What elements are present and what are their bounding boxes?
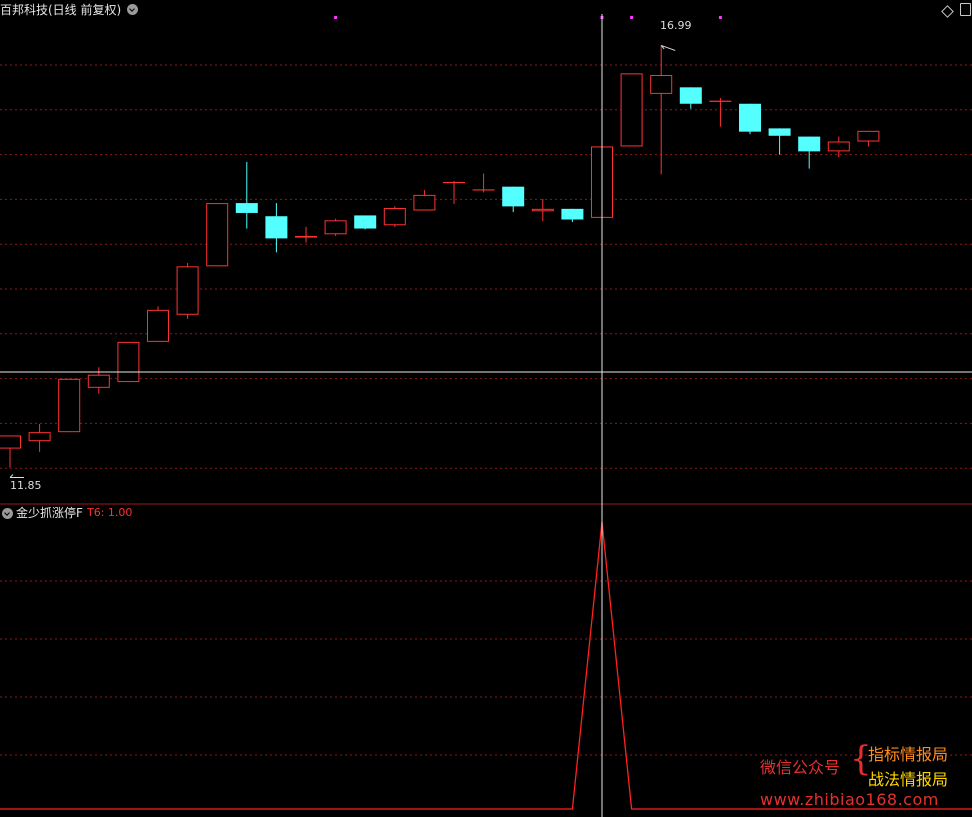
candle-body <box>413 194 436 211</box>
watermark-line-1: 指标情报局 <box>868 745 949 764</box>
candle-body <box>87 374 110 388</box>
candle-body <box>620 73 643 147</box>
candle <box>383 206 406 227</box>
candle-body <box>147 309 169 342</box>
candle <box>58 378 81 433</box>
candle-body <box>679 87 702 104</box>
watermark-url[interactable]: www.zhibiao168.com <box>760 790 939 809</box>
candle <box>206 203 229 267</box>
candle-body <box>354 215 377 229</box>
signal-marker <box>334 16 338 19</box>
candle <box>147 306 169 342</box>
candle <box>354 215 377 230</box>
candle-body <box>561 208 584 220</box>
candle <box>176 263 199 319</box>
watermark-line-2: 战法情报局 <box>868 770 949 789</box>
high-price-label: 16.99 <box>660 19 692 32</box>
candle-body <box>117 341 140 383</box>
candle-body <box>176 266 199 315</box>
indicator-menu-icon[interactable] <box>2 508 13 519</box>
candle-body <box>28 432 51 442</box>
candle-body <box>798 136 821 152</box>
signal-marker <box>718 16 722 19</box>
chevron-down-icon[interactable] <box>127 4 138 15</box>
candle <box>117 341 140 383</box>
candle-body <box>58 378 81 433</box>
candle-body <box>502 186 525 207</box>
candle-body <box>0 435 21 449</box>
candle-body <box>383 208 406 226</box>
candle-body <box>531 208 554 212</box>
indicator-value: T6: 1.00 <box>87 506 133 519</box>
candle-body <box>739 103 761 132</box>
candle-body <box>206 203 229 267</box>
candle <box>324 218 347 236</box>
chart-title: 百邦科技(日线 前复权) <box>0 3 122 17</box>
candle-body <box>235 203 258 213</box>
signal-marker <box>630 16 634 19</box>
chart-canvas[interactable] <box>0 0 972 817</box>
low-price-label: 11.85 <box>10 479 42 492</box>
indicator-title: 金少抓涨停F <box>16 506 83 520</box>
candle-body <box>827 141 850 152</box>
candle <box>739 103 761 135</box>
candle-body <box>324 220 347 235</box>
watermark-wechat-label: 微信公众号 <box>760 758 841 777</box>
window-icon[interactable] <box>960 3 971 16</box>
candle-body <box>857 130 880 142</box>
candle-body <box>295 235 317 238</box>
candle <box>620 73 643 147</box>
candle-body <box>265 216 288 239</box>
candle-body <box>768 128 791 136</box>
candle-body <box>650 75 673 94</box>
